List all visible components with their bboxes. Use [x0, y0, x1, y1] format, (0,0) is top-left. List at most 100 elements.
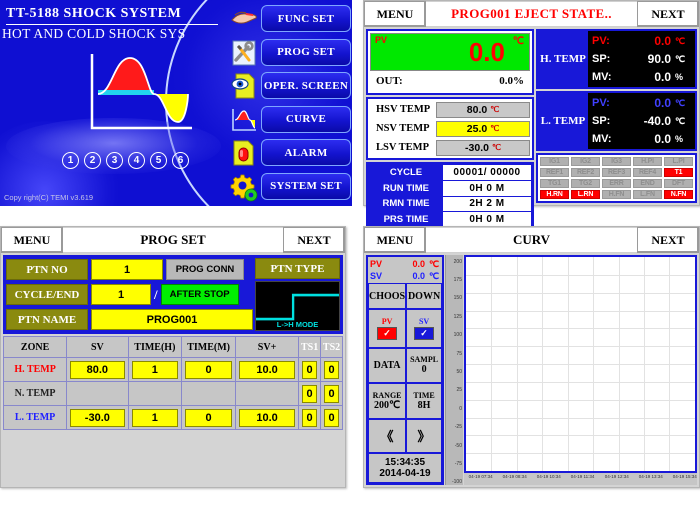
- lsv-value: -30.0: [465, 141, 489, 154]
- ts2-cell[interactable]: 0: [320, 405, 343, 430]
- sv-cell: [66, 381, 129, 406]
- table-row: N. TEMP 0 0: [2, 381, 343, 406]
- nsv-value: 25.0: [466, 122, 488, 135]
- time-cell[interactable]: TIME 8H: [406, 383, 442, 419]
- alarm-button[interactable]: ALARM: [261, 139, 351, 166]
- prog-title: PROG SET: [63, 227, 283, 253]
- grid-line-horizontal: [466, 274, 695, 276]
- ts1-cell[interactable]: 0: [298, 405, 322, 430]
- prog-set-button[interactable]: PROG SET: [261, 38, 351, 66]
- ptn-name-field[interactable]: PROG001: [91, 309, 253, 330]
- time-m-cell-value: 0: [185, 408, 232, 427]
- y-axis-tick-label: 25: [456, 387, 462, 394]
- system-set-button[interactable]: SYSTEM SET: [261, 172, 351, 200]
- y-axis-tick-label: -100: [451, 479, 462, 486]
- chart-area: 04-19 07:34 04-19 08:34 04-19 10:34 04-19 1…: [464, 255, 697, 485]
- trend-plot[interactable]: [464, 255, 697, 473]
- col-zone: ZONE: [2, 336, 68, 358]
- clock-date: 2014-04-19: [379, 468, 431, 479]
- ts1-cell[interactable]: 0: [298, 381, 322, 406]
- scroll-left-button[interactable]: 《: [368, 418, 407, 453]
- curv-next-button[interactable]: NEXT: [637, 227, 699, 253]
- h-temp-pv-key: PV:: [592, 35, 610, 47]
- zone-name-cell: H. TEMP: [2, 357, 68, 382]
- sv-cell[interactable]: -30.0: [66, 405, 129, 430]
- sv-checkbox-cell[interactable]: SV ✓: [406, 309, 442, 348]
- sampl-cell[interactable]: SAMPL 0: [406, 347, 442, 384]
- choos-button[interactable]: CHOOS: [368, 283, 407, 310]
- grid-line-horizontal: [466, 328, 695, 330]
- range-cell[interactable]: RANGE 200℃: [368, 383, 407, 419]
- menu-row-system-set: SYSTEM SET: [229, 170, 351, 204]
- l-temp-pv-unit: ℃: [675, 97, 686, 108]
- x-axis-tick-label: 04-19 10:34: [536, 474, 561, 479]
- pv-checkbox-cell[interactable]: PV ✓: [368, 309, 407, 348]
- sv-plus-cell[interactable]: 10.0: [234, 405, 300, 430]
- ptn-no-row: PTN NO 1 PROG CONN: [6, 258, 253, 281]
- time-m-cell[interactable]: 0: [181, 405, 236, 430]
- sv-checkbox[interactable]: ✓: [414, 327, 435, 341]
- data-button[interactable]: DATA: [368, 347, 407, 384]
- system-subtitle: HOT AND COLD SHOCK SYS: [2, 26, 186, 41]
- pv-checkbox[interactable]: ✓: [377, 327, 398, 341]
- h-temp-mv-row: MV: 0.0 %: [592, 68, 691, 86]
- status-led: IG2: [571, 157, 600, 166]
- time-h-cell[interactable]: 1: [127, 405, 183, 430]
- grid-line-horizontal: [466, 292, 695, 294]
- time-h-cell[interactable]: 1: [127, 357, 183, 382]
- pv-display-box: PV 0.0 ℃ OUT: 0.0%: [366, 29, 534, 95]
- after-stop-button[interactable]: AFTER STOP: [160, 284, 239, 305]
- chart-y-axis: 200 175 150 125 100 75 50 25 0 -25 -50 -75 -100: [445, 255, 463, 485]
- out-value: 0.0%: [499, 75, 524, 87]
- oper-screen-button[interactable]: OPER. SCREEN: [261, 72, 351, 99]
- oper-menu-button[interactable]: MENU: [364, 1, 426, 27]
- sv-plus-cell: [234, 381, 300, 406]
- ptn-no-field[interactable]: 1: [91, 259, 163, 280]
- oper-next-button[interactable]: NEXT: [637, 1, 699, 27]
- curv-menu-button[interactable]: MENU: [364, 227, 426, 253]
- time-m-cell[interactable]: 0: [181, 357, 236, 382]
- cycle-label: CYCLE: [389, 166, 423, 178]
- prog-conn-button[interactable]: PROG CONN: [166, 259, 244, 280]
- h-temp-sp-unit: ℃: [675, 53, 686, 64]
- sv-temp-table: HSV TEMP 80.0 ℃ NSV TEMP 25.0 ℃ LSV TEMP: [366, 97, 534, 160]
- system-model-title: TT-5188 SHOCK SYSTEM: [6, 6, 182, 21]
- status-led: REF4: [633, 168, 662, 177]
- time-m-cell-value: 0: [185, 360, 232, 379]
- hsv-value-field[interactable]: 80.0 ℃: [436, 101, 530, 118]
- ts1-cell[interactable]: 0: [298, 357, 322, 382]
- down-button[interactable]: DOWN: [406, 283, 442, 310]
- scroll-right-button[interactable]: 》: [406, 418, 442, 453]
- ts2-cell[interactable]: 0: [320, 357, 343, 382]
- status-led: L.FN: [633, 190, 662, 199]
- range-label: RANGE: [372, 390, 402, 400]
- cycle-count-field[interactable]: 1: [91, 284, 151, 305]
- prog-top-section: PTN NO 1 PROG CONN CYCLE/END 1 / AFTER S…: [3, 255, 343, 334]
- copyright-text: Copy right(C) TEMI v3.619: [4, 193, 94, 202]
- sv-cell[interactable]: 80.0: [66, 357, 129, 382]
- range-value: 200℃: [373, 399, 401, 411]
- ts1-cell-value: 0: [302, 408, 318, 427]
- col-time-m: TIME(M): [181, 336, 236, 358]
- curve-button[interactable]: CURVE: [261, 105, 351, 133]
- y-axis-tick-label: 175: [453, 277, 462, 283]
- rmn-time-row: RMN TIME 2H 2 M: [369, 196, 531, 212]
- lsv-unit: ℃: [491, 143, 501, 152]
- sv-row-lsv: LSV TEMP -30.0 ℃: [370, 139, 530, 156]
- gears-icon: [229, 172, 259, 202]
- prog-next-button[interactable]: NEXT: [283, 227, 345, 253]
- out-row: OUT: 0.0%: [370, 71, 530, 91]
- sv-plus-cell[interactable]: 10.0: [234, 357, 300, 382]
- nsv-value-field[interactable]: 25.0 ℃: [436, 120, 530, 137]
- status-led: IG3: [602, 157, 631, 166]
- status-led: L.RN: [571, 190, 600, 199]
- func-set-button[interactable]: FUNC SET: [261, 5, 351, 32]
- y-axis-tick-label: -25: [454, 424, 462, 431]
- l-temp-sp-key: SP:: [592, 115, 611, 127]
- prog-menu-button[interactable]: MENU: [1, 227, 63, 253]
- ts2-cell-value: 0: [324, 360, 339, 379]
- nsv-unit: ℃: [490, 124, 500, 133]
- lsv-value-field[interactable]: -30.0 ℃: [436, 139, 530, 156]
- ts2-cell[interactable]: 0: [320, 381, 343, 406]
- ptn-type-waveform[interactable]: L->H MODE: [255, 281, 340, 331]
